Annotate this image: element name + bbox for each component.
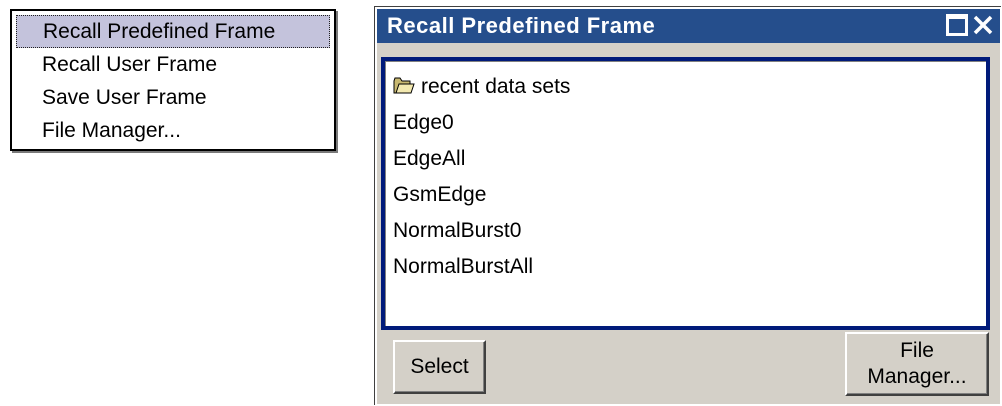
menu-item-recall-user-frame[interactable]: Recall User Frame bbox=[16, 48, 330, 81]
list-item-normalburst0[interactable]: NormalBurst0 bbox=[393, 213, 521, 249]
select-button[interactable]: Select bbox=[393, 340, 486, 394]
list-item-label: recent data sets bbox=[421, 75, 571, 98]
menu-item-save-user-frame[interactable]: Save User Frame bbox=[16, 81, 330, 114]
list-item-edgeall[interactable]: EdgeAll bbox=[393, 141, 465, 177]
dialog-titlebar: Recall Predefined Frame bbox=[377, 9, 1000, 43]
file-manager-button[interactable]: File Manager... bbox=[845, 332, 989, 396]
file-manager-button-line1: File bbox=[900, 339, 934, 362]
context-menu: Recall Predefined Frame Recall User Fram… bbox=[10, 9, 336, 151]
list-item-normalburstall[interactable]: NormalBurstAll bbox=[393, 249, 533, 285]
maximize-icon[interactable] bbox=[946, 14, 968, 36]
menu-item-file-manager[interactable]: File Manager... bbox=[16, 114, 330, 147]
close-icon[interactable] bbox=[972, 14, 994, 36]
file-manager-button-line2: Manager... bbox=[867, 365, 967, 388]
folder-icon bbox=[393, 71, 415, 94]
list-item-edge0[interactable]: Edge0 bbox=[393, 105, 454, 141]
dialog-title: Recall Predefined Frame bbox=[387, 13, 656, 38]
list-item-gsmedge[interactable]: GsmEdge bbox=[393, 177, 486, 213]
recall-predefined-frame-dialog: Recall Predefined Frame recent data sets… bbox=[375, 7, 1002, 406]
menu-item-recall-predefined-frame[interactable]: Recall Predefined Frame bbox=[16, 15, 330, 48]
list-item-recent-data-sets[interactable]: recent data sets bbox=[393, 69, 570, 105]
frame-file-list[interactable]: recent data sets Edge0 EdgeAll GsmEdge N… bbox=[381, 57, 990, 330]
